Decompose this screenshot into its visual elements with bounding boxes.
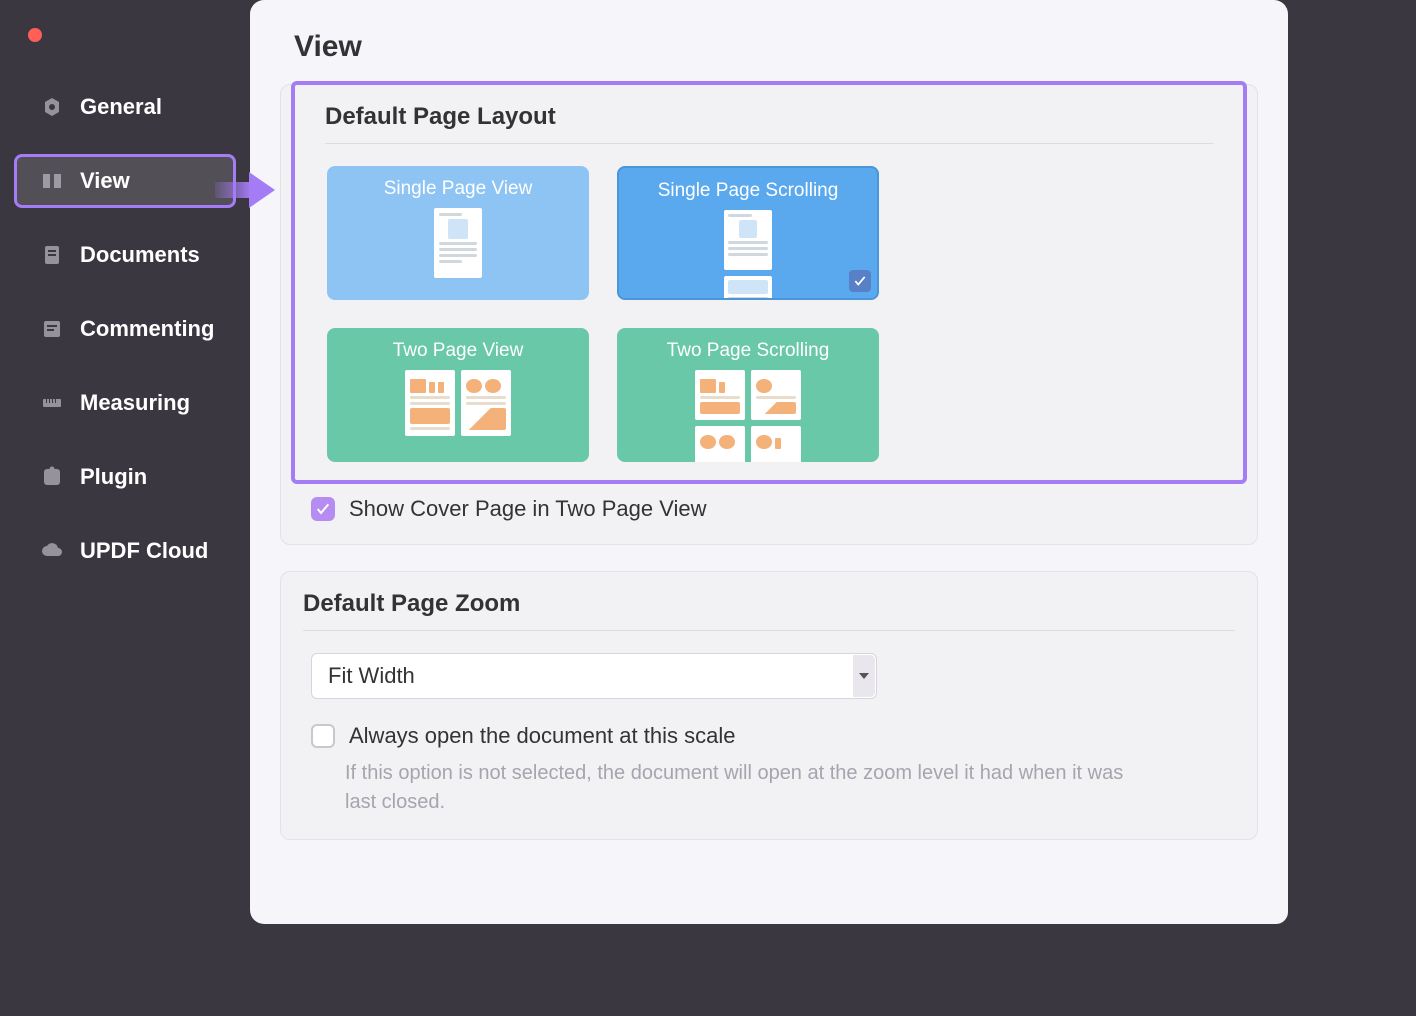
gear-icon	[40, 95, 64, 119]
layout-option-label: Two Page View	[393, 340, 524, 362]
show-cover-page-row: Show Cover Page in Two Page View	[311, 496, 1235, 522]
page-thumbnail-icon	[434, 208, 482, 278]
puzzle-icon	[40, 465, 64, 489]
always-open-scale-checkbox[interactable]	[311, 724, 335, 748]
close-window-button[interactable]	[28, 28, 42, 42]
layout-option-single-page-view[interactable]: Single Page View	[327, 166, 589, 300]
page-thumbnail-icon	[695, 370, 801, 462]
sidebar-item-label: General	[80, 94, 162, 120]
show-cover-page-checkbox[interactable]	[311, 497, 335, 521]
sidebar-item-view[interactable]: View	[14, 154, 236, 208]
page-thumbnail-icon	[405, 370, 511, 436]
always-open-scale-row: Always open the document at this scale	[311, 723, 1235, 749]
selected-check-icon	[849, 270, 871, 292]
sidebar-item-label: UPDF Cloud	[80, 538, 208, 564]
book-open-icon	[40, 169, 64, 193]
cloud-icon	[40, 539, 64, 563]
section-title: Default Page Zoom	[303, 590, 1235, 631]
sidebar-item-label: Plugin	[80, 464, 147, 490]
sidebar-item-label: Measuring	[80, 390, 190, 416]
sidebar-item-label: View	[80, 168, 130, 194]
sidebar-item-updf-cloud[interactable]: UPDF Cloud	[0, 524, 250, 578]
section-title: Default Page Layout	[325, 103, 1213, 144]
comment-icon	[40, 317, 64, 341]
always-open-scale-label: Always open the document at this scale	[349, 723, 735, 749]
layout-option-two-page-view[interactable]: Two Page View	[327, 328, 589, 462]
page-title: View	[294, 30, 1258, 64]
layout-option-label: Two Page Scrolling	[667, 340, 830, 362]
layout-option-label: Single Page View	[384, 178, 533, 200]
highlight-frame: Default Page Layout Single Page View Sin…	[291, 81, 1247, 484]
sidebar-item-commenting[interactable]: Commenting	[0, 302, 250, 356]
sidebar-item-label: Commenting	[80, 316, 214, 342]
sidebar-item-plugin[interactable]: Plugin	[0, 450, 250, 504]
default-page-zoom-section: Default Page Zoom Fit Width Always open …	[280, 571, 1258, 840]
chevron-down-icon	[853, 655, 875, 697]
zoom-hint-text: If this option is not selected, the docu…	[345, 759, 1135, 817]
layout-option-label: Single Page Scrolling	[658, 180, 839, 202]
zoom-select-value: Fit Width	[328, 663, 415, 689]
page-thumbnail-icon	[724, 210, 772, 300]
document-icon	[40, 243, 64, 267]
layout-option-two-page-scrolling[interactable]: Two Page Scrolling	[617, 328, 879, 462]
ruler-icon	[40, 391, 64, 415]
preferences-sidebar: General View Documents Commenting Measur…	[0, 0, 250, 924]
sidebar-item-documents[interactable]: Documents	[0, 228, 250, 282]
show-cover-page-label: Show Cover Page in Two Page View	[349, 496, 707, 522]
main-content: View Default Page Layout Single Page Vie…	[250, 0, 1288, 924]
layout-option-single-page-scrolling[interactable]: Single Page Scrolling	[617, 166, 879, 300]
sidebar-item-label: Documents	[80, 242, 200, 268]
sidebar-item-general[interactable]: General	[0, 80, 250, 134]
default-page-layout-section: Default Page Layout Single Page View Sin…	[280, 84, 1258, 545]
sidebar-item-measuring[interactable]: Measuring	[0, 376, 250, 430]
zoom-select[interactable]: Fit Width	[311, 653, 877, 699]
